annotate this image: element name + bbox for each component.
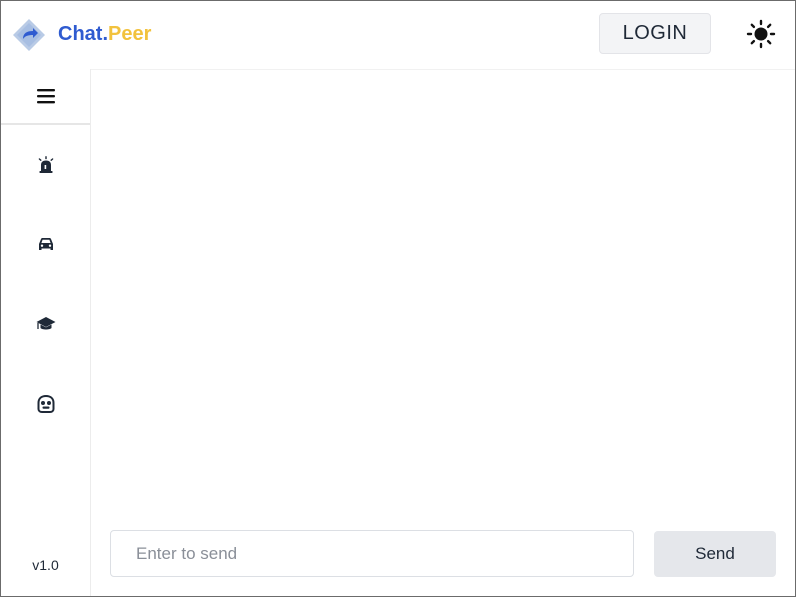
app-window: Chat.Peer LOGIN v1.0 Enter to send Send [0,0,796,597]
top-header: Chat.Peer LOGIN [1,1,795,69]
sun-icon[interactable] [743,16,779,52]
graduation-cap-icon [36,315,56,338]
siren-icon [37,155,55,179]
login-button[interactable]: LOGIN [599,13,711,54]
version-label: v1.0 [32,557,59,573]
sidebar: v1.0 [1,69,91,596]
share-diamond-logo-icon[interactable] [11,17,47,53]
chat-message-area[interactable] [91,70,795,520]
message-input[interactable] [110,530,634,577]
brand-name[interactable]: Chat.Peer [58,22,151,46]
brand-part-chat: Chat [58,23,103,45]
robot-icon [36,394,56,419]
hamburger-menu-icon[interactable] [1,69,90,125]
sidebar-item-alert[interactable] [1,147,90,187]
brand-part-peer: Peer [108,23,152,45]
car-icon [37,235,55,258]
sidebar-item-assistant[interactable] [1,386,90,426]
sidebar-item-education[interactable] [1,306,90,346]
sidebar-item-vehicle[interactable] [1,226,90,266]
main-content: Send [91,69,795,596]
send-button[interactable]: Send [654,531,776,577]
